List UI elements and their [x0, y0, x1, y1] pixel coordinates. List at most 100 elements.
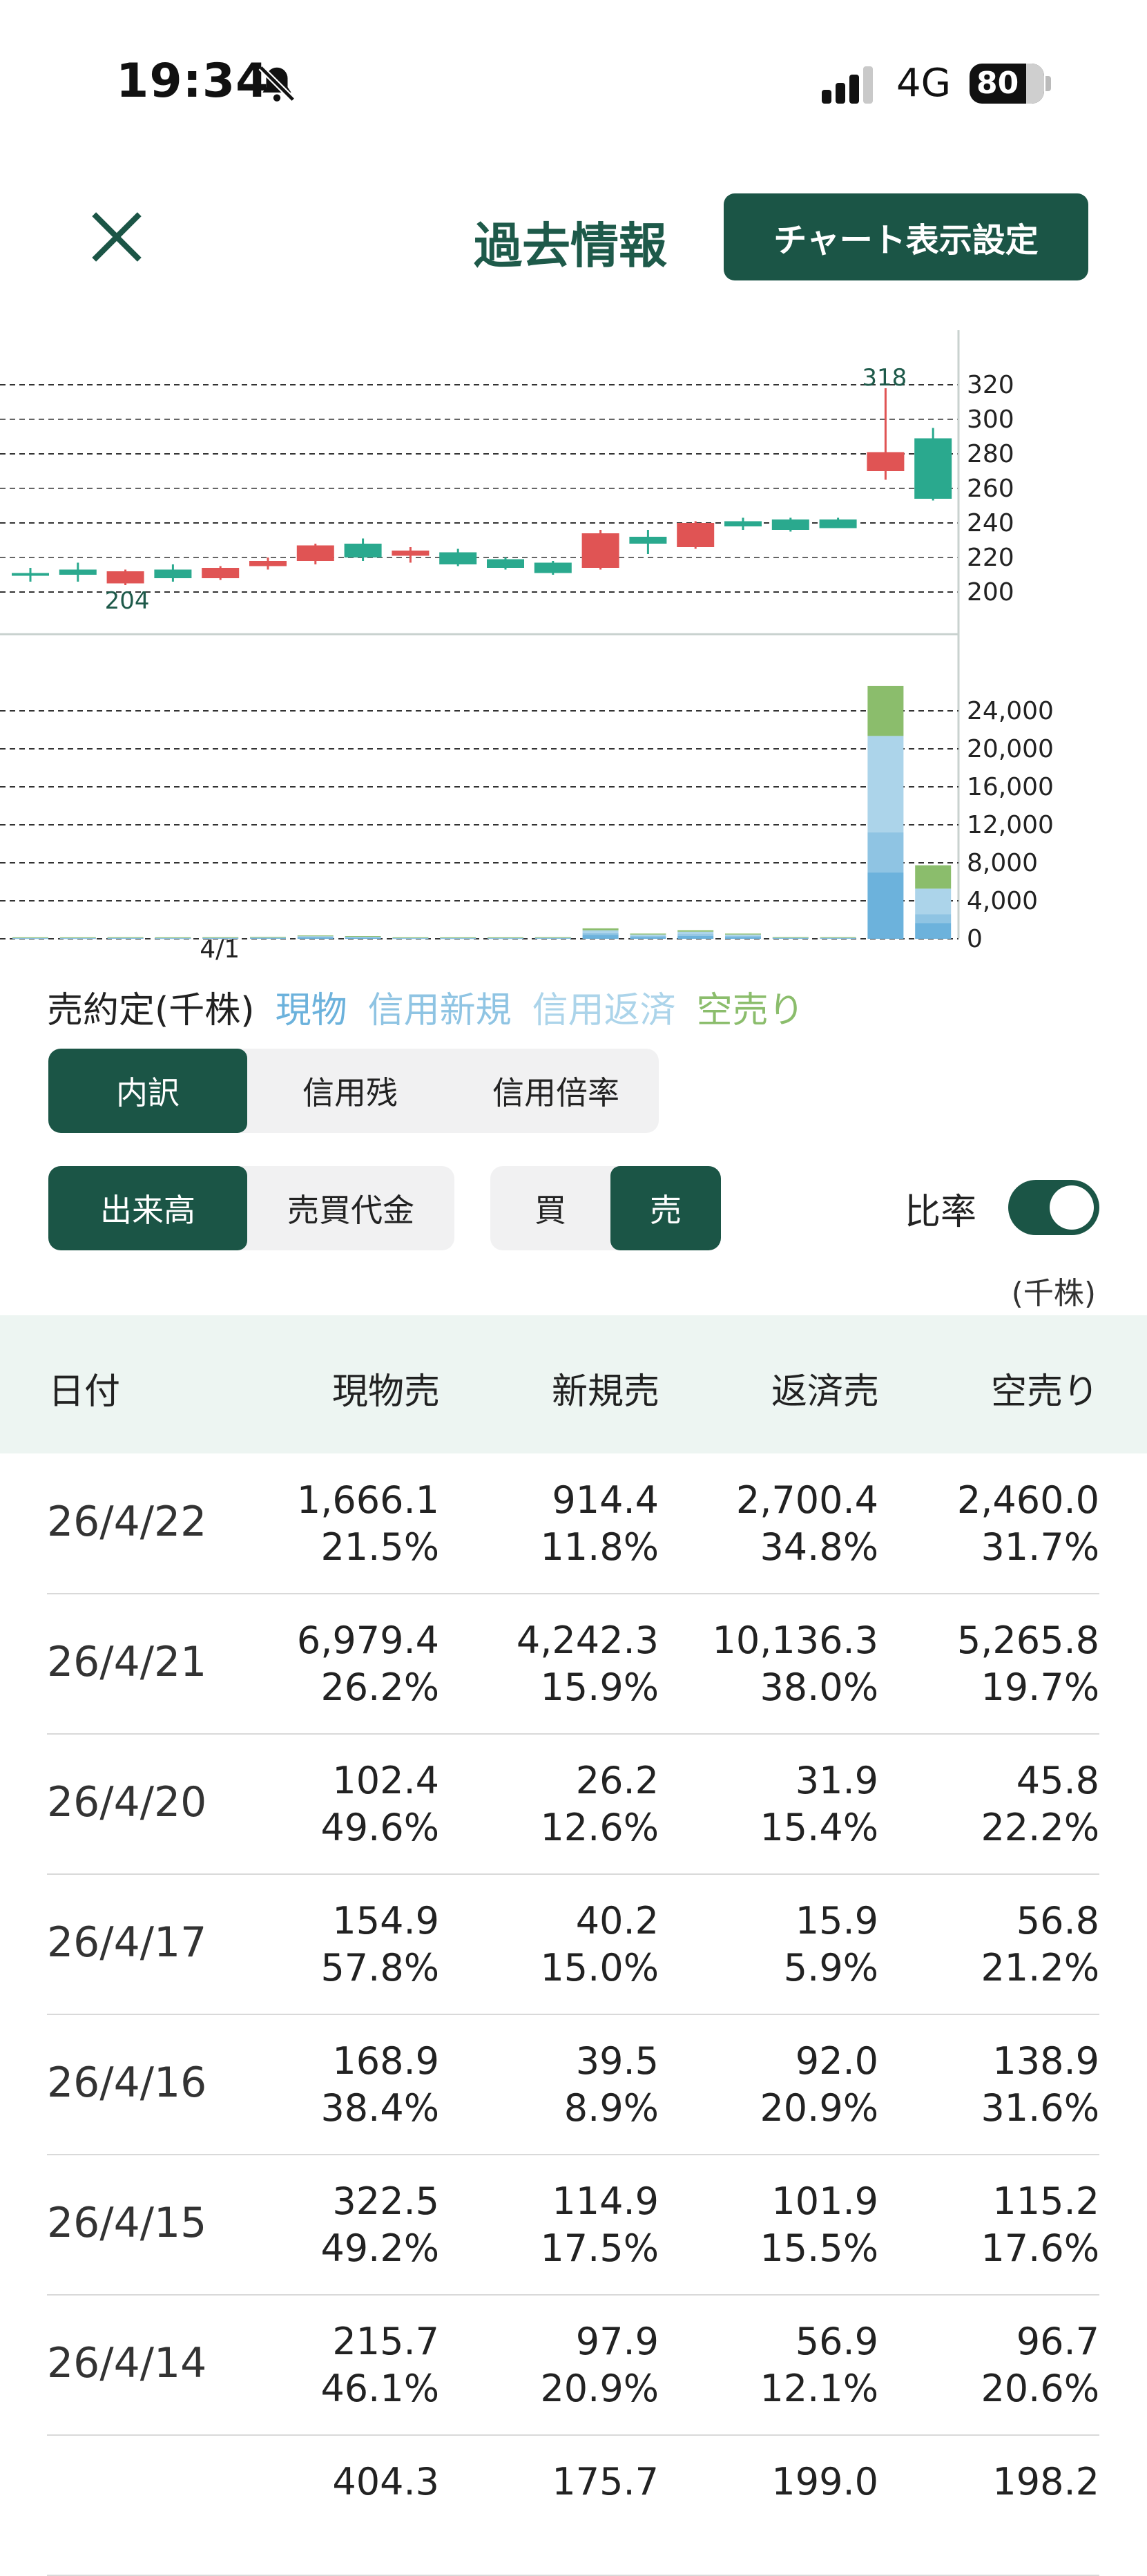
turnover-button[interactable]: 売買代金: [247, 1166, 454, 1250]
row-cell-1: 168.9 38.4%: [320, 2038, 439, 2132]
candle-body: [581, 533, 619, 568]
volume-bar-segment: [725, 934, 761, 936]
row-cell-4: 2,460.0 31.7%: [957, 1477, 1099, 1571]
volume-bar-segment: [677, 935, 714, 939]
cell-percent: 15.0%: [540, 1946, 659, 1990]
cell-percent: 34.8%: [760, 1525, 878, 1569]
cell-percent: 21.2%: [981, 1946, 1099, 1990]
chart-settings-button[interactable]: チャート表示設定: [724, 193, 1088, 280]
volume-tick-label: 24,000: [967, 697, 1054, 725]
cell-percent: 15.4%: [760, 1806, 878, 1849]
ratio-toggle[interactable]: [1008, 1180, 1099, 1235]
cell-value: 322.5: [332, 2179, 439, 2223]
row-cell-4: 96.7 20.6%: [981, 2318, 1099, 2412]
high-annotation: 318: [862, 364, 907, 392]
candle-body: [296, 545, 334, 561]
volume-bar-segment: [915, 914, 952, 924]
cell-percent: 22.2%: [981, 1806, 1099, 1849]
cell-value: 40.2: [575, 1899, 659, 1943]
volume-bar-segment: [297, 935, 334, 937]
legend-title: 売約定(千株): [47, 990, 255, 1031]
price-tick-label: 240: [967, 509, 1014, 537]
row-cell-2: 97.9 20.9%: [540, 2318, 659, 2412]
cell-value: 914.4: [552, 1478, 659, 1522]
row-date: 26/4/21: [47, 1638, 207, 1686]
table-row[interactable]: 404.3 175.7 199.0 198.2: [47, 2435, 1099, 2576]
cell-value: 404.3: [332, 2460, 439, 2503]
cell-value: 198.2: [992, 2460, 1099, 2503]
row-date: 26/4/14: [47, 2339, 207, 2387]
cell-percent: 5.9%: [783, 1946, 878, 1990]
price-tick-label: 300: [967, 406, 1014, 434]
tab-margin-balance[interactable]: 信用残: [247, 1049, 453, 1133]
volume-bar-segment: [59, 937, 96, 938]
price-volume-chart[interactable]: 320 300 280 260 240 220 200 318 204 24,000 20,000 1…: [0, 325, 1147, 960]
row-cell-1: 322.5 49.2%: [320, 2178, 439, 2272]
cell-value: 5,265.8: [956, 1619, 1099, 1662]
cell-percent: 17.6%: [981, 2226, 1099, 2270]
cell-percent: 12.6%: [540, 1806, 659, 1849]
cell-value: 168.9: [332, 2039, 439, 2083]
volume-bar-segment: [630, 933, 666, 935]
status-time: 19:34: [116, 54, 269, 108]
table-row[interactable]: 26/4/14 215.7 46.1% 97.9 20.9% 56.9 12.1% 96.7 2…: [47, 2295, 1099, 2436]
row-cell-3: 31.9 15.4%: [760, 1757, 878, 1851]
unit-label: (千株): [1011, 1276, 1096, 1311]
cell-percent: 49.6%: [320, 1806, 439, 1849]
cell-value: 56.8: [1016, 1899, 1099, 1943]
table-row[interactable]: 26/4/16 168.9 38.4% 39.5 8.9% 92.0 20.9% 138.9 3…: [47, 2014, 1099, 2155]
row-cell-4: 45.8 22.2%: [981, 1757, 1099, 1851]
network-type: 4G: [896, 61, 952, 106]
cell-percent: 57.8%: [320, 1946, 439, 1990]
cell-value: 31.9: [795, 1759, 878, 1802]
row-cell-2: 26.2 12.6%: [540, 1757, 659, 1851]
table-row[interactable]: 26/4/22 1,666.1 21.5% 914.4 11.8% 2,700.4 34.8…: [47, 1453, 1099, 1594]
cell-percent: 15.9%: [540, 1666, 659, 1709]
buy-button[interactable]: 買: [490, 1166, 610, 1250]
cell-percent: 20.9%: [760, 2086, 878, 2130]
row-cell-3: 10,136.3 38.0%: [713, 1617, 878, 1711]
battery-icon: 80: [970, 64, 1044, 104]
cell-percent: 20.6%: [981, 2367, 1099, 2410]
row-cell-1: 404.3: [332, 2459, 439, 2506]
cell-percent: 38.4%: [320, 2086, 439, 2130]
candle-body: [914, 438, 952, 499]
volume-bar-segment: [915, 923, 952, 939]
candle-body: [392, 551, 430, 556]
cell-value: 45.8: [1016, 1759, 1099, 1802]
volume-bar-segment: [725, 933, 761, 935]
price-tick-label: 260: [967, 475, 1014, 503]
volume-button[interactable]: 出来高: [48, 1166, 247, 1250]
row-cell-2: 114.9 17.5%: [540, 2178, 659, 2272]
table-row[interactable]: 26/4/17 154.9 57.8% 40.2 15.0% 15.9 5.9% 56.8 21…: [47, 1874, 1099, 2015]
row-cell-4: 5,265.8 19.7%: [957, 1617, 1099, 1711]
battery-level: 80: [976, 66, 1019, 101]
row-cell-1: 154.9 57.8%: [320, 1898, 439, 1992]
cell-percent: 31.7%: [981, 1525, 1099, 1569]
row-cell-1: 215.7 46.1%: [320, 2318, 439, 2412]
volume-bar-segment: [867, 832, 904, 873]
volume-bar-segment: [582, 933, 619, 935]
volume-bar-segment: [488, 937, 523, 938]
header-repay-sell: 返済売: [771, 1371, 879, 1413]
volume-bar-segment: [534, 937, 571, 938]
tab-breakdown[interactable]: 内訳: [48, 1049, 247, 1133]
tab-margin-ratio[interactable]: 信用倍率: [453, 1049, 659, 1133]
cell-percent: 8.9%: [563, 2086, 659, 2130]
volume-bar-segment: [772, 937, 809, 938]
cell-value: 115.2: [992, 2179, 1099, 2223]
row-cell-3: 15.9 5.9%: [784, 1898, 878, 1992]
ratio-label: 比率: [905, 1192, 977, 1233]
cell-percent: 15.5%: [760, 2226, 878, 2270]
cell-percent: 31.6%: [981, 2086, 1099, 2130]
table-row[interactable]: 26/4/20 102.4 49.6% 26.2 12.6% 31.9 15.4% 45.8 2…: [47, 1734, 1099, 1875]
cell-value: 154.9: [332, 1899, 439, 1943]
close-icon[interactable]: [88, 209, 145, 265]
cell-percent: 12.1%: [760, 2367, 878, 2410]
cell-value: 101.9: [771, 2179, 878, 2223]
volume-bar-segment: [725, 935, 761, 937]
sell-button[interactable]: 売: [610, 1166, 721, 1250]
volume-tick-label: 0: [967, 925, 983, 953]
table-row[interactable]: 26/4/21 6,979.4 26.2% 4,242.3 15.9% 10,136.3 3…: [47, 1594, 1099, 1735]
table-row[interactable]: 26/4/15 322.5 49.2% 114.9 17.5% 101.9 15.5% 115…: [47, 2155, 1099, 2296]
